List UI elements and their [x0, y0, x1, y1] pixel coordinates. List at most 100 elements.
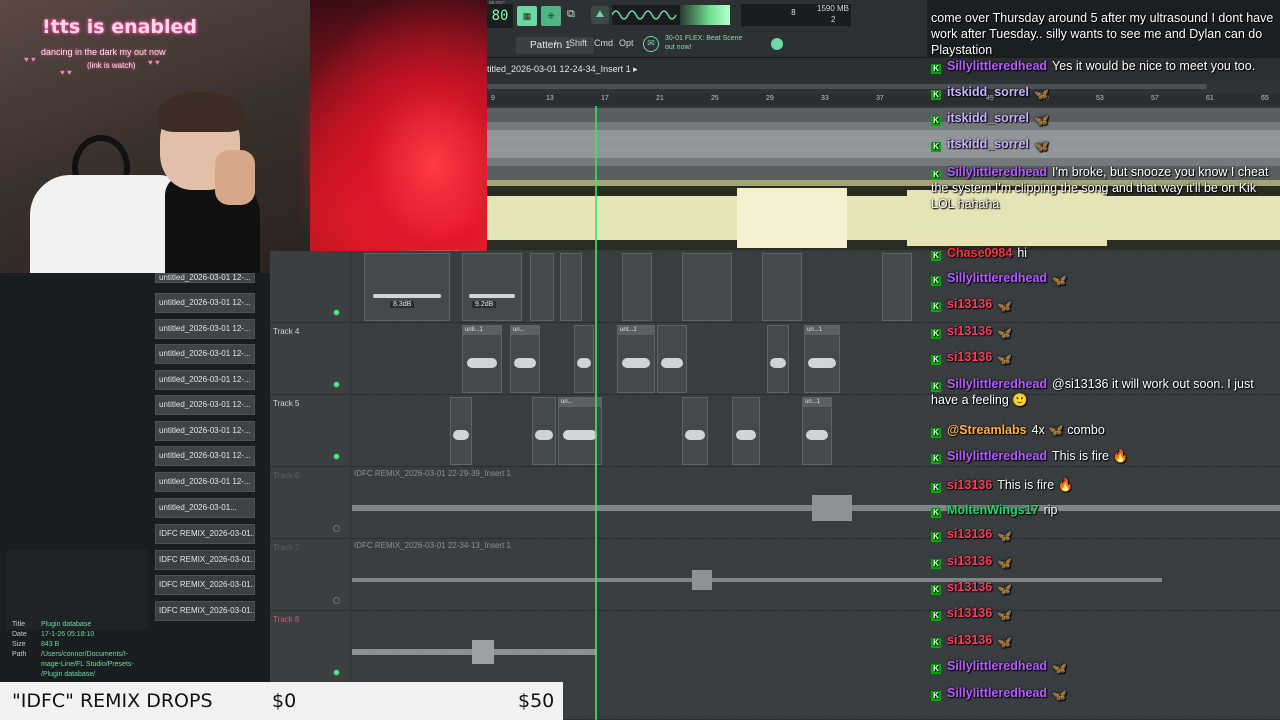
audio-clip[interactable]	[882, 253, 912, 321]
chat-username[interactable]: Sillylittleredhead	[947, 686, 1047, 700]
browser-file[interactable]: untitled_2026-03-01 12-...	[155, 344, 255, 364]
chat-username[interactable]: si13136	[947, 554, 992, 568]
chat-message: K Sillylittleredhead Yes it would be nice …	[931, 58, 1276, 74]
chat-username[interactable]: Chase0984	[947, 246, 1012, 260]
chat-message: K Sillylittleredhead This is fire 🔥	[931, 448, 1276, 464]
chat-username[interactable]: itskidd_sorrel	[947, 85, 1029, 99]
chat-username[interactable]: si13136	[947, 633, 992, 647]
tempo-display[interactable]: 80	[487, 4, 513, 28]
audio-clip[interactable]	[682, 397, 708, 465]
browser-file[interactable]: IDFC REMIX_2026-03-01...	[155, 601, 255, 621]
browser-file-selected[interactable]: untitled_2026-03-01...	[155, 498, 255, 518]
browser-file[interactable]: untitled_2026-03-01 12-...	[155, 421, 255, 441]
track-mute-led[interactable]	[333, 381, 340, 388]
chat-username[interactable]: itskidd_sorrel	[947, 137, 1029, 151]
audio-clip[interactable]	[762, 253, 802, 321]
track-mute-led[interactable]	[333, 597, 340, 604]
chat-username[interactable]: Sillylittleredhead	[947, 165, 1047, 179]
audio-clip[interactable]	[450, 397, 472, 465]
audio-clip[interactable]	[657, 325, 687, 393]
track-mute-led[interactable]	[333, 453, 340, 460]
audio-clip[interactable]	[530, 253, 554, 321]
browser-file[interactable]: untitled_2026-03-01 12-...	[155, 319, 255, 339]
browser-file[interactable]: untitled_2026-03-01 12-...	[155, 446, 255, 466]
track-header-3[interactable]	[270, 251, 350, 323]
chat-message: come over Thursday around 5 after my ult…	[931, 10, 1276, 58]
audio-clip[interactable]: un...	[510, 325, 540, 393]
audio-clip[interactable]	[574, 325, 594, 393]
chat-username[interactable]: Sillylittleredhead	[947, 659, 1047, 673]
chat-username[interactable]: si13136	[947, 606, 992, 620]
browser-file[interactable]: untitled_2026-03-01 12-...	[155, 370, 255, 390]
audio-clip[interactable]	[560, 253, 582, 321]
add-pattern-button[interactable]: +	[553, 38, 558, 53]
audio-clip[interactable]: un...1	[804, 325, 840, 393]
chat-message: Ksi13136 🦋	[931, 579, 1276, 595]
audio-clip[interactable]: unti...1	[462, 325, 502, 393]
track-header-8[interactable]: Track 8	[270, 611, 350, 683]
chat-username[interactable]: si13136	[947, 580, 992, 594]
browser-file[interactable]: untitled_2026-03-01 12-...	[155, 395, 255, 415]
track-mute-led[interactable]	[333, 669, 340, 676]
kick-badge-icon: K	[931, 508, 941, 518]
ruler-tick: 25	[711, 95, 719, 102]
tts-title: !tts is enabled	[42, 16, 198, 38]
chat-username[interactable]: si13136	[947, 478, 992, 492]
clip-name: IDFC REMIX_2026-03-01 22-34-13_Insert 1	[354, 541, 511, 550]
globe-icon[interactable]	[771, 38, 783, 50]
kick-badge-icon: K	[931, 454, 941, 464]
chat-username[interactable]: Sillylittleredhead	[947, 271, 1047, 285]
chat-username[interactable]: Sillylittleredhead	[947, 59, 1047, 73]
audio-clip[interactable]: unt...1	[617, 325, 655, 393]
track-mute-led[interactable]	[333, 309, 340, 316]
playhead-line[interactable]	[595, 251, 597, 720]
kick-badge-icon: K	[931, 585, 941, 595]
wifi-icon[interactable]: ⧉	[567, 8, 575, 21]
track-mute-led[interactable]	[333, 525, 340, 532]
chat-username[interactable]: itskidd_sorrel	[947, 111, 1029, 125]
audio-clip[interactable]	[364, 253, 450, 321]
browser-file[interactable]: IDFC REMIX_2026-03-01...	[155, 524, 255, 544]
memory-readout: 1590 MB	[817, 4, 850, 13]
audio-clip[interactable]	[532, 397, 556, 465]
audio-clip[interactable]	[622, 253, 652, 321]
browser-file[interactable]: untitled_2026-03-01 12-...	[155, 472, 255, 492]
pattern-mode-button[interactable]: ⁜	[541, 6, 561, 26]
chat-username[interactable]: si13136	[947, 350, 992, 364]
ruler-tick: 9	[491, 95, 495, 102]
browser-file[interactable]: untitled_2026-03-01 12-...	[155, 273, 255, 283]
browser-file[interactable]: IDFC REMIX_2026-03-01...	[155, 575, 255, 595]
audio-clip[interactable]	[732, 397, 760, 465]
chat-username[interactable]: Sillylittleredhead	[947, 449, 1047, 463]
metronome-icon[interactable]: ⛰	[591, 6, 609, 24]
chat-username[interactable]: si13136	[947, 297, 992, 311]
audio-clip[interactable]: un...1	[802, 397, 832, 465]
chat-username[interactable]: Sillylittleredhead	[947, 377, 1047, 391]
cmd-button[interactable]: Cmd	[594, 38, 613, 53]
news-ticker[interactable]: 30-01 FLEX: Beat Scene out now!	[665, 34, 775, 52]
audio-clip[interactable]	[462, 253, 522, 321]
opt-button[interactable]: Opt	[619, 38, 634, 53]
chat-username[interactable]: MoltenWings17	[947, 503, 1039, 517]
chat-username[interactable]: @Streamlabs	[947, 423, 1027, 437]
info-value: Plugin database	[41, 621, 92, 628]
kick-badge-icon: K	[931, 329, 941, 339]
volume-meter	[680, 5, 730, 25]
chat-username[interactable]: si13136	[947, 324, 992, 338]
track-header-5[interactable]: Track 5	[270, 395, 350, 467]
song-mode-button[interactable]: ▦	[517, 6, 537, 26]
chat-username[interactable]: si13136	[947, 527, 992, 541]
webcam-overlay: !tts is enabled dancing in the dark my o…	[0, 0, 487, 273]
track-header-7[interactable]: Track 7	[270, 539, 350, 611]
info-key: Path	[12, 651, 27, 658]
browser-file[interactable]: IDFC REMIX_2026-03-01...	[155, 550, 255, 570]
news-icon[interactable]: ✉	[643, 36, 659, 52]
browser-file[interactable]: untitled_2026-03-01 12-...	[155, 293, 255, 313]
waveform	[805, 430, 829, 440]
audio-clip[interactable]	[682, 253, 732, 321]
audio-clip[interactable]	[767, 325, 789, 393]
track-header-4[interactable]: Track 4	[270, 323, 350, 395]
track-header-6[interactable]: Track 6	[270, 467, 350, 539]
shift-button[interactable]: Shift	[569, 38, 587, 53]
kick-badge-icon: K	[931, 116, 941, 126]
